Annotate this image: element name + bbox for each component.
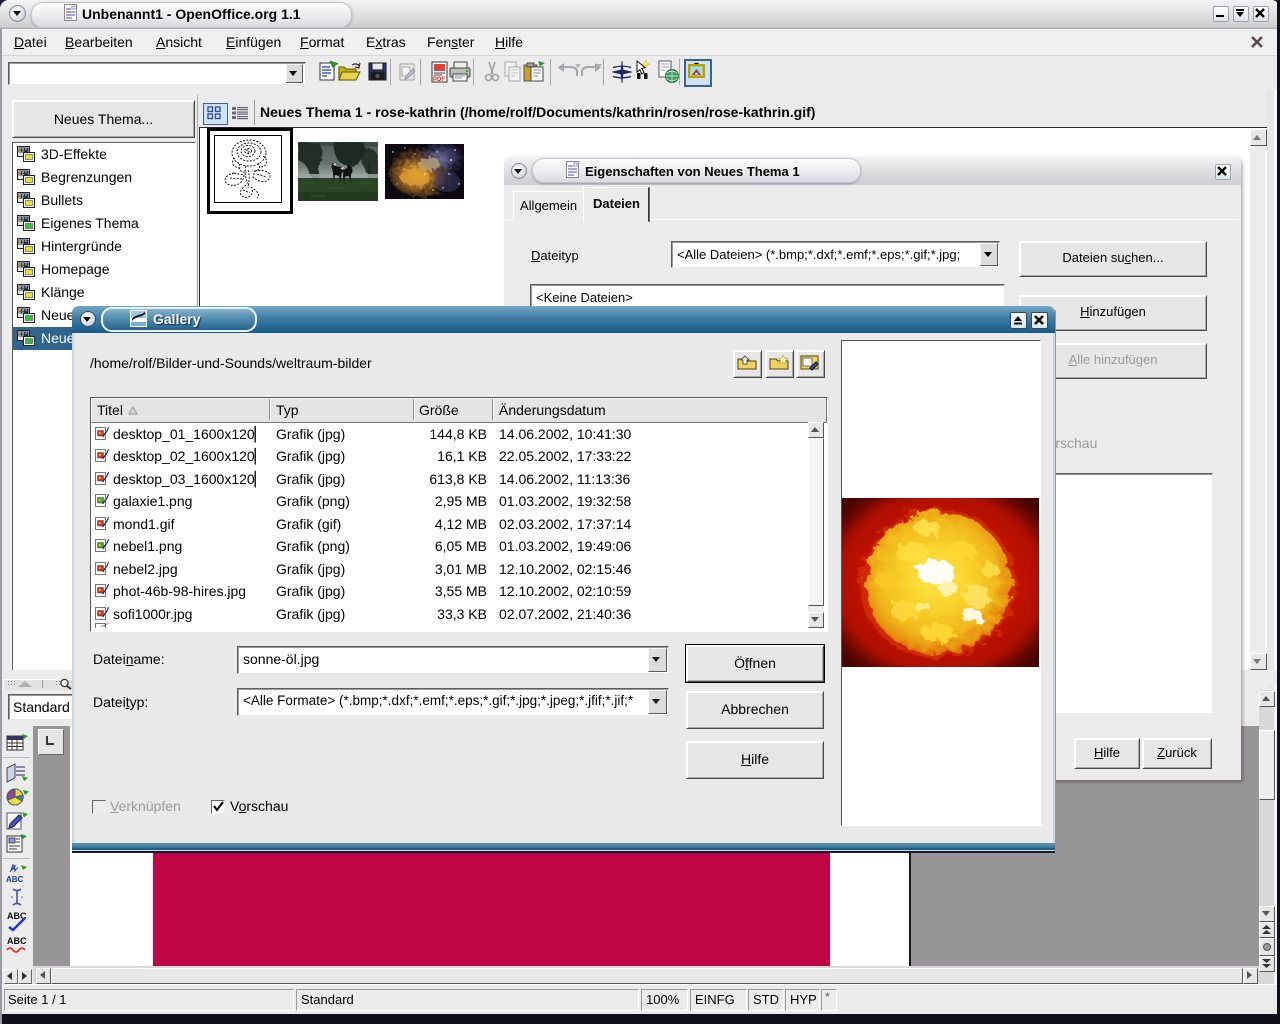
svg-text:PDF: PDF — [433, 77, 445, 83]
svg-text:ABC: ABC — [7, 936, 27, 946]
svg-text:ABC: ABC — [6, 875, 24, 884]
